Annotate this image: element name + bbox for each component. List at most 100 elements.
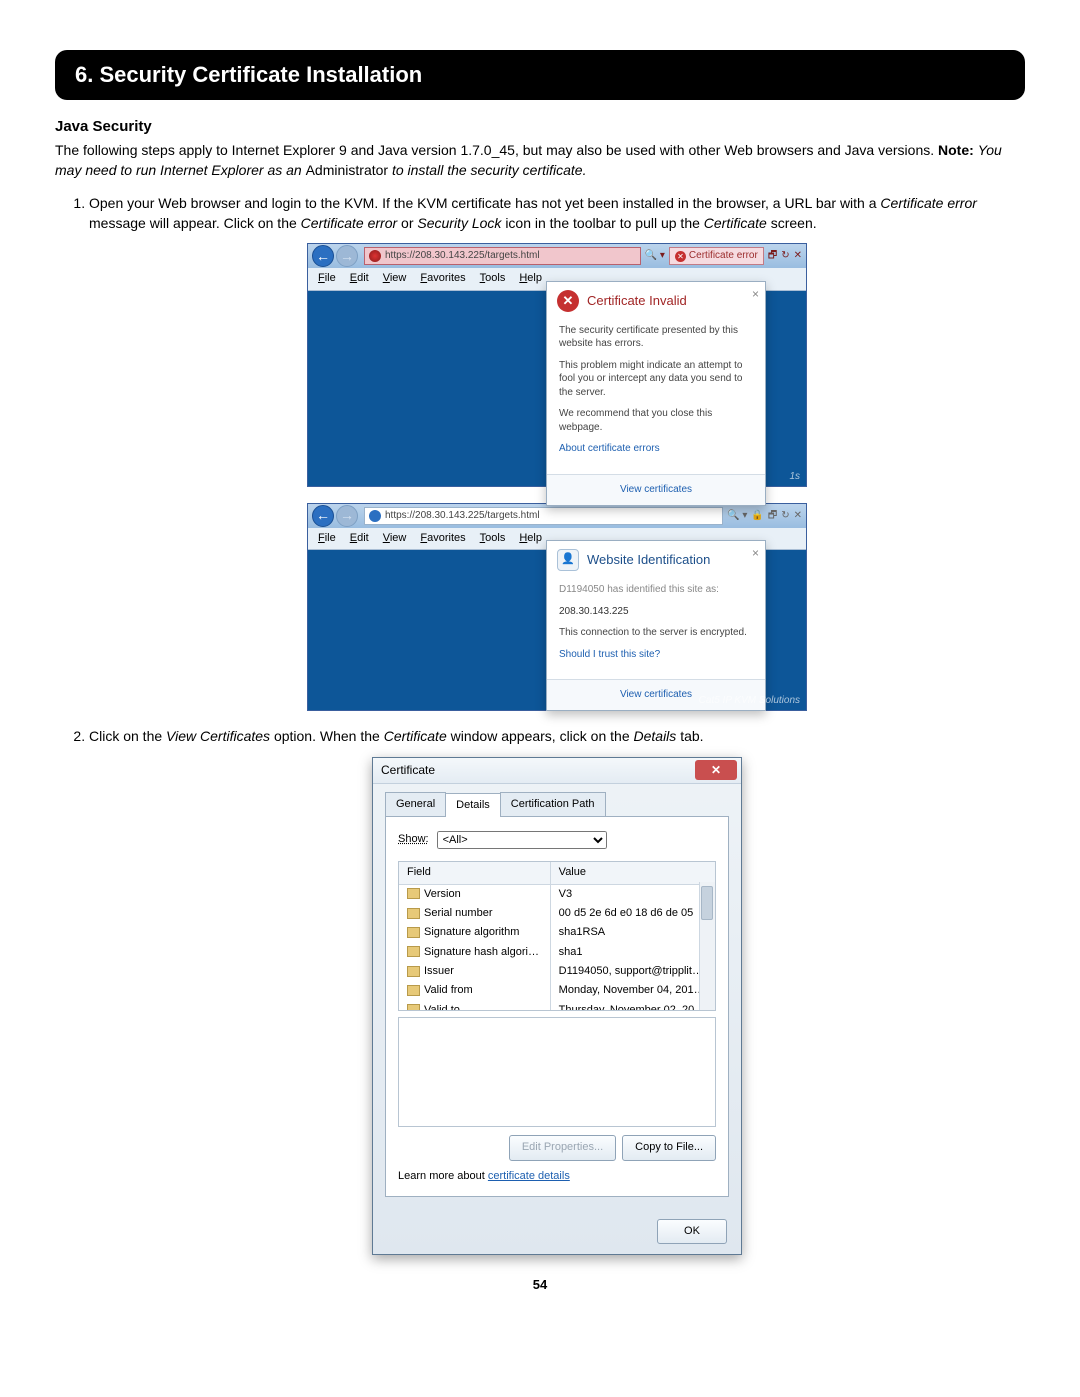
- back-button-2[interactable]: ←: [312, 505, 334, 527]
- flyout-close-icon[interactable]: ×: [752, 286, 759, 303]
- table-row[interactable]: VersionV3: [399, 885, 715, 904]
- dialog-close-button[interactable]: ✕: [695, 760, 737, 780]
- learn-more-prefix: Learn more about: [398, 1170, 488, 1182]
- tab-general[interactable]: General: [385, 792, 446, 816]
- website-id-flyout: × 👤 Website Identification D1194050 has …: [546, 540, 766, 711]
- step2-em-d: Certificate: [384, 728, 447, 744]
- certificate-error-button[interactable]: ✕ Certificate error: [669, 247, 764, 265]
- menu-edit[interactable]: Edit: [350, 271, 369, 286]
- menu-favorites[interactable]: Favorites: [420, 271, 465, 286]
- refresh-icon[interactable]: ↻: [781, 249, 789, 263]
- note-body-2: to install the security certificate.: [392, 162, 587, 178]
- search-icon-2[interactable]: 🔍 ▾: [727, 509, 747, 523]
- col-value: Value: [551, 862, 715, 883]
- ok-row: OK: [373, 1209, 741, 1254]
- tabs-icon[interactable]: 🗗: [768, 249, 777, 263]
- lock-icon[interactable]: 🔒: [751, 509, 763, 523]
- note-admin: Administrator: [306, 162, 388, 178]
- learn-more: Learn more about certificate details: [398, 1169, 716, 1184]
- field-icon: [407, 946, 420, 957]
- field-icon: [407, 888, 420, 899]
- tabs-icon-2[interactable]: 🗗: [768, 509, 777, 523]
- menu-view-2[interactable]: View: [383, 531, 407, 546]
- toolbar-right: 🔍 ▾ ✕ Certificate error 🗗 ↻ ✕: [645, 247, 802, 265]
- view-certificates-link[interactable]: View certificates: [547, 474, 765, 505]
- menu-tools[interactable]: Tools: [480, 271, 506, 286]
- menu-help[interactable]: Help: [519, 271, 542, 286]
- forward-button-2[interactable]: →: [336, 505, 358, 527]
- menu-favorites-2[interactable]: Favorites: [420, 531, 465, 546]
- cert-tabs: General Details Certification Path: [385, 792, 729, 817]
- search-icon[interactable]: 🔍 ▾: [645, 249, 665, 263]
- steps-list: Open your Web browser and login to the K…: [55, 194, 1025, 1255]
- url-bar-error[interactable]: https://208.30.143.225/targets.html: [364, 247, 641, 265]
- certificate-title-text: Certificate: [381, 762, 435, 779]
- col-field: Field: [399, 862, 551, 883]
- ie-favicon-icon: [369, 510, 381, 522]
- back-button[interactable]: ←: [312, 245, 334, 267]
- table-row[interactable]: Serial number00 d5 2e 6d e0 18 d6 de 05: [399, 904, 715, 923]
- step1-text-a: Open your Web browser and login to the K…: [89, 195, 880, 211]
- forward-button[interactable]: →: [336, 245, 358, 267]
- flyout-header: ✕ Certificate Invalid: [547, 282, 765, 320]
- field-list-rows[interactable]: VersionV3Serial number00 d5 2e 6d e0 18 …: [399, 885, 715, 1010]
- tab-details[interactable]: Details: [445, 793, 501, 817]
- table-row[interactable]: Signature hash algorithmsha1: [399, 943, 715, 962]
- step2-em-f: Details: [634, 728, 677, 744]
- flyout-p1: The security certificate presented by th…: [559, 324, 753, 351]
- tab-cert-path[interactable]: Certification Path: [500, 792, 606, 816]
- step1-text-i: screen.: [771, 215, 817, 231]
- refresh-icon-2[interactable]: ↻: [781, 509, 789, 523]
- flyout-p1-2: D1194050 has identified this site as:: [559, 583, 753, 597]
- flyout-close-icon-2[interactable]: ×: [752, 545, 759, 562]
- copy-to-file-button[interactable]: Copy to File...: [622, 1135, 716, 1160]
- url-bar-safe[interactable]: https://208.30.143.225/targets.html: [364, 507, 723, 525]
- flyout-title: Certificate Invalid: [587, 292, 687, 310]
- menu-edit-2[interactable]: Edit: [350, 531, 369, 546]
- ok-button[interactable]: OK: [657, 1219, 727, 1244]
- flyout-p3-2: This connection to the server is encrypt…: [559, 626, 753, 640]
- step2-text-g: tab.: [680, 728, 703, 744]
- table-row[interactable]: Valid toThursday, November 02, 2023...: [399, 1001, 715, 1010]
- cert-invalid-flyout: × ✕ Certificate Invalid The security cer…: [546, 281, 766, 506]
- step1-text-c: message will appear. Click on the: [89, 215, 301, 231]
- step-2: Click on the View Certificates option. W…: [89, 727, 1025, 1255]
- intro-paragraph: The following steps apply to Internet Ex…: [55, 141, 1025, 180]
- ie-address-bar-2: ← → https://208.30.143.225/targets.html …: [308, 504, 806, 528]
- table-row[interactable]: Signature algorithmsha1RSA: [399, 923, 715, 942]
- certificate-titlebar: Certificate ✕: [373, 758, 741, 784]
- ie-address-bar: ← → https://208.30.143.225/targets.html …: [308, 244, 806, 268]
- about-cert-errors-link[interactable]: About certificate errors: [559, 442, 753, 456]
- flyout-p2: This problem might indicate an attempt t…: [559, 359, 753, 400]
- toolbar-right-2: 🔍 ▾ 🔒 🗗 ↻ ✕: [727, 509, 802, 523]
- table-row[interactable]: Valid fromMonday, November 04, 2013 ...: [399, 981, 715, 1000]
- step1-em-b: Certificate error: [880, 195, 976, 211]
- certificate-body: General Details Certification Path Show:…: [373, 784, 741, 1209]
- site-id-name: D1194050: [559, 584, 604, 595]
- shield-error-icon: [369, 250, 381, 262]
- field-icon: [407, 966, 420, 977]
- menu-help-2[interactable]: Help: [519, 531, 542, 546]
- close-icon-2[interactable]: ✕: [794, 509, 802, 523]
- cert-field-list: Field Value VersionV3Serial number00 d5 …: [398, 861, 716, 1011]
- certificate-dialog: Certificate ✕ General Details Certificat…: [372, 757, 742, 1256]
- ie-content-area-2: × 👤 Website Identification D1194050 has …: [308, 550, 806, 710]
- certificate-details-link[interactable]: certificate details: [488, 1170, 570, 1182]
- edit-properties-button[interactable]: Edit Properties...: [509, 1135, 616, 1160]
- trust-site-link[interactable]: Should I trust this site?: [559, 648, 753, 662]
- show-select[interactable]: <All>: [437, 831, 607, 849]
- scrollbar-thumb[interactable]: [701, 886, 713, 920]
- ie-content-area: × ✕ Certificate Invalid The security cer…: [308, 291, 806, 486]
- menu-view[interactable]: View: [383, 271, 407, 286]
- cert-buttons: Edit Properties... Copy to File...: [398, 1135, 716, 1160]
- close-icon[interactable]: ✕: [794, 249, 802, 263]
- corner-text-1: 1s: [789, 470, 800, 484]
- table-row[interactable]: IssuerD1194050, support@tripplite....: [399, 962, 715, 981]
- menu-file[interactable]: File: [318, 271, 336, 286]
- subheading-java-security: Java Security: [55, 118, 1025, 135]
- show-row: Show: <All>: [398, 831, 716, 849]
- menu-file-2[interactable]: File: [318, 531, 336, 546]
- step2-text-c: option. When the: [274, 728, 384, 744]
- corner-text-2: Cat5 IP KVM Solutions: [699, 694, 800, 708]
- menu-tools-2[interactable]: Tools: [480, 531, 506, 546]
